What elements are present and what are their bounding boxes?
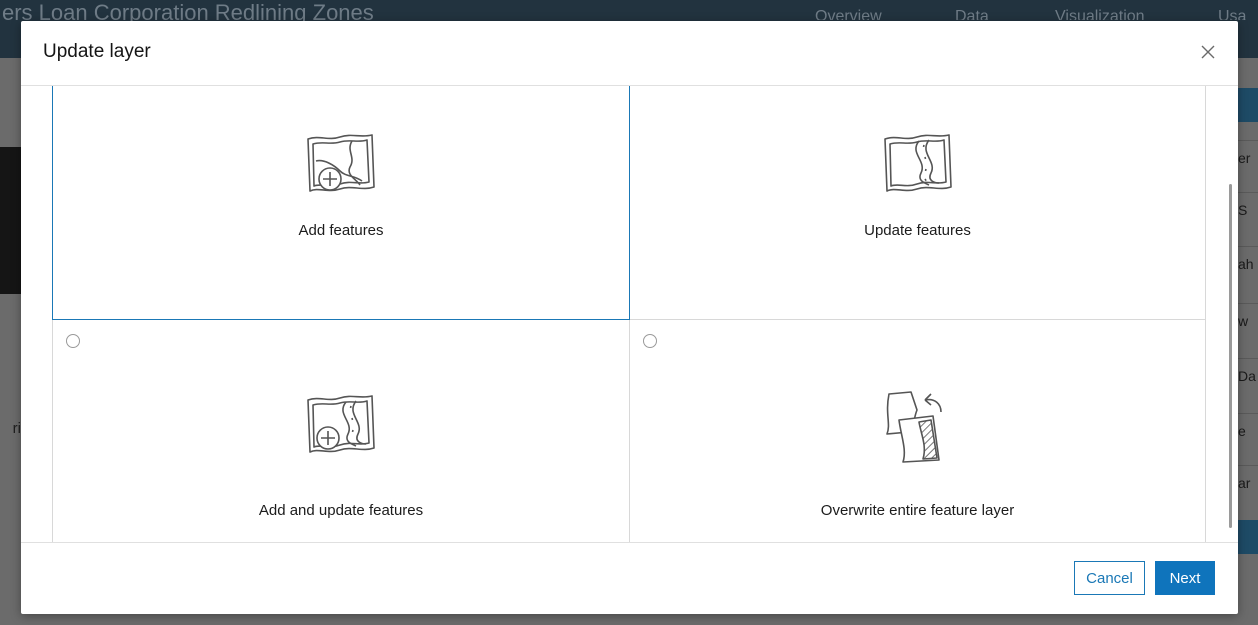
cancel-button[interactable]: Cancel (1074, 561, 1145, 595)
option-label: Update features (864, 222, 971, 239)
map-add-icon (307, 134, 375, 192)
option-card-add-features[interactable]: Add features (52, 86, 630, 320)
next-button[interactable]: Next (1155, 561, 1215, 595)
option-card-update-features[interactable]: Update features (629, 86, 1206, 320)
background-table-cell: ah (1238, 246, 1258, 282)
scrollbar-thumb[interactable] (1229, 184, 1232, 528)
option-label: Add and update features (258, 502, 424, 519)
background-image-panel (0, 147, 21, 294)
map-road-icon (884, 134, 952, 192)
background-table-cell: er (1238, 140, 1258, 176)
background-nav-visualization: Visualization (1055, 8, 1145, 20)
dialog-header: Update layer (21, 21, 1238, 86)
background-nav-usage: Usa (1218, 8, 1247, 20)
background-right-button-2 (1238, 520, 1258, 554)
background-left-text: ri (12, 420, 21, 437)
dialog-body: Add features Update features Add and upd… (21, 86, 1238, 542)
option-card-add-and-update-features[interactable]: Add and update features (52, 319, 630, 542)
background-table-cell: ar (1238, 465, 1258, 501)
option-label: Add features (298, 222, 384, 239)
option-label: Overwrite entire feature layer (820, 502, 1015, 519)
update-layer-dialog: Update layer Add features Update feature… (21, 21, 1238, 614)
map-road-add-icon (307, 395, 375, 453)
dialog-title: Update layer (43, 41, 151, 62)
close-button[interactable] (1193, 37, 1223, 67)
option-card-overwrite-layer[interactable]: Overwrite entire feature layer (629, 319, 1206, 542)
radio-button[interactable] (643, 334, 657, 348)
radio-button[interactable] (66, 334, 80, 348)
background-table-cell: Da (1238, 358, 1258, 394)
map-overwrite-icon (886, 391, 942, 463)
background-table-cell: S (1238, 192, 1258, 228)
option-grid: Add features Update features Add and upd… (52, 86, 1206, 542)
background-nav-overview: Overview (815, 8, 882, 20)
dialog-footer: Cancel Next (21, 542, 1238, 614)
close-icon (1201, 45, 1215, 59)
background-nav-data: Data (955, 8, 989, 20)
background-table-cell: w (1238, 303, 1258, 339)
background-table-cell: e (1238, 413, 1258, 449)
background-right-button (1238, 88, 1258, 122)
scrollbar[interactable] (1227, 86, 1238, 542)
